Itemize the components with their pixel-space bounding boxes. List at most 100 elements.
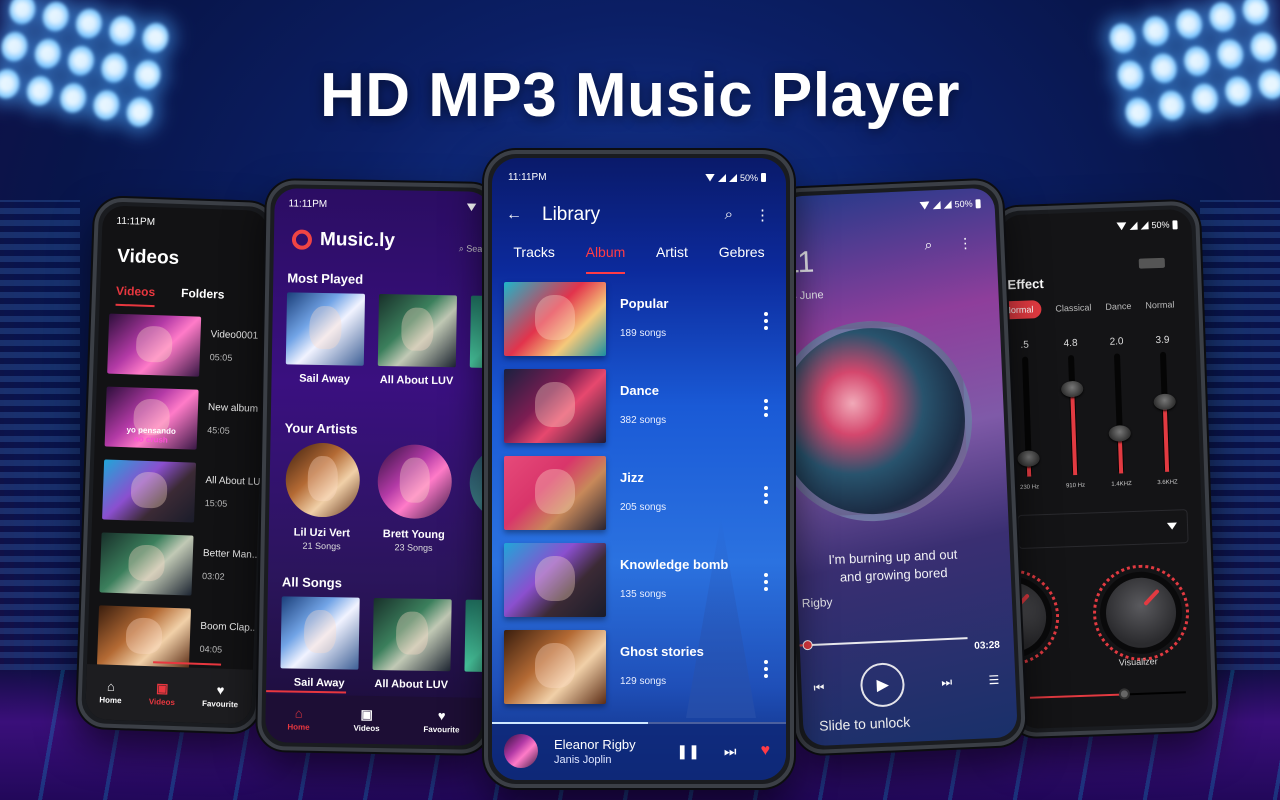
next-icon[interactable]: ⏭ [941,674,952,689]
mini-progress[interactable] [492,722,786,724]
more-vert-icon[interactable] [764,486,768,504]
equalizer-bands: .5 230 Hz 4.8 910 Hz 2.0 1.4KHZ 3.9 3.6KHZ [1001,334,1190,491]
song-card[interactable]: All About LUV [372,597,452,691]
band-knob[interactable] [1017,450,1040,468]
nav-favourite[interactable]: ♥ Favourite [423,708,459,734]
back-arrow-icon[interactable]: ← [506,206,542,224]
artist-card[interactable]: Lil Uzi Vert 21 Songs [283,442,363,551]
video-thumbnail [99,532,194,596]
balance-thumb[interactable] [1118,688,1130,700]
album-song-count: 135 songs [620,589,667,600]
video-duration: 05:05 [209,352,233,363]
equalizer-toggle[interactable] [1138,257,1166,269]
more-vert-icon[interactable] [764,660,768,678]
search-icon[interactable]: ⌕ [725,206,733,224]
seek-thumb[interactable] [802,639,814,651]
more-vert-icon[interactable] [764,573,768,591]
album-name: Jizz [620,470,644,485]
unlock-hint[interactable]: Slide to unlock [819,714,911,734]
more-vert-icon[interactable] [764,312,768,330]
player-controls: ⏮ ▶ ⏭ ☰ [813,658,1001,710]
pause-icon[interactable]: ❚❚ [676,743,699,760]
signal-icon [1129,221,1138,230]
status-bar: 11:11PM [288,198,476,212]
musicly-screen: 11:11PM Music.ly ⌕ Search Mu Most Played… [265,188,491,746]
nav-videos[interactable]: ▣ Videos [148,680,176,708]
play-button[interactable]: ▶ [859,661,906,708]
tab-artist[interactable]: Artist [656,244,688,274]
tab-album[interactable]: Album [585,244,626,274]
tab-genres[interactable]: Gebres [719,244,765,274]
app-logo: Music.ly [291,228,395,252]
nav-favourite[interactable]: ♥ Favourite [201,682,239,710]
video-duration: 15:05 [204,497,228,509]
video-item[interactable]: All About LUV 15:05 [102,459,260,537]
seek-bar[interactable] [799,637,968,651]
tab-folders[interactable]: Folders [181,286,225,309]
band-slider[interactable] [1017,356,1040,477]
nav-label: Home [99,695,122,706]
heart-icon: ♥ [216,682,225,698]
phone-videos: 11:11PM Videos Videos Folders Video0001 0… [76,196,278,734]
more-vert-icon[interactable] [764,399,768,417]
song-card[interactable]: All About LUV [377,293,458,387]
mini-player[interactable]: Eleanor Rigby Janis Joplin ❚❚ ⏭ ♥ [492,722,786,780]
next-icon[interactable]: ⏭ [724,743,737,760]
nav-videos[interactable]: ▣ Videos [353,706,380,732]
song-card[interactable]: Sail Away [285,292,366,386]
queue-icon[interactable]: ☰ [988,673,999,687]
previous-icon[interactable]: ⏮ [813,680,824,695]
caret-down-icon [1166,522,1178,530]
song-card[interactable]: Sail Away [280,596,360,689]
album-item[interactable]: Knowledge bomb 135 songs [504,543,774,630]
artist-avatar [285,442,361,518]
heart-icon[interactable]: ♥ [761,742,771,760]
album-item[interactable]: Dance 382 songs [504,369,774,456]
band-value: 3.9 [1155,334,1170,347]
band-slider[interactable] [1153,351,1176,472]
phone-lockscreen: 50% ⌕ ⋮ 11 14 June I'm burning up and ou… [771,179,1027,755]
videos-tabs: Videos Folders [115,283,225,310]
now-playing-artist: Janis Joplin [554,753,612,766]
signal-icon [943,200,952,209]
band-slider[interactable] [1108,353,1132,474]
search-icon[interactable]: ⌕ [924,236,933,253]
video-item[interactable]: yo pensando no crush New album 45:05 [104,386,262,464]
preset-normal-2[interactable]: Normal [1145,299,1174,310]
preset-dance[interactable]: Dance [1105,301,1131,312]
video-item[interactable]: Video0001 05:05 [107,313,265,392]
album-item[interactable]: Jizz 205 songs [504,456,774,543]
nav-label: Videos [148,697,176,708]
band-knob[interactable] [1153,393,1176,411]
preset-classical[interactable]: Classical [1055,302,1091,313]
song-title: Sail Away [299,372,351,386]
album-item[interactable]: Ghost stories 129 songs [504,630,774,717]
lyrics: I'm burning up and out and growing bored [796,544,991,588]
more-vert-icon[interactable]: ⋮ [755,206,770,224]
video-name: All About LUV [205,475,261,489]
nav-home[interactable]: ⌂ Home [99,679,122,706]
nav-label: Favourite [201,699,239,710]
band-frequency: 1.4KHZ [1111,481,1132,488]
artist-card[interactable]: Brett Young 23 Songs [375,444,455,553]
nav-label: Home [287,721,310,732]
now-playing-title: Eleanor Rigby [554,736,636,752]
tab-tracks[interactable]: Tracks [513,244,554,274]
band-slider[interactable] [1060,354,1084,476]
band-knob[interactable] [1108,425,1132,443]
video-item[interactable]: Better Man.. 03:02 [99,532,258,610]
library-screen: 11:11PM 50% ← Library ⌕ ⋮ Tracks Album A… [492,158,786,780]
reverb-dropdown[interactable] [1017,509,1189,550]
album-cover [504,282,606,356]
nav-home[interactable]: ⌂ Home [287,705,310,732]
band-knob[interactable] [1060,380,1084,398]
eq-band: 4.8 910 Hz [1048,337,1097,489]
tab-videos[interactable]: Videos [115,283,156,308]
video-name: Boom Clap.. [200,620,255,634]
signal-icon [932,200,941,210]
album-item[interactable]: Popular 189 songs [504,282,774,369]
artist-song-count: 21 Songs [302,540,341,552]
balance-slider[interactable] [1029,688,1186,700]
status-bar: 11:11PM [116,216,254,232]
more-vert-icon[interactable]: ⋮ [958,235,973,253]
